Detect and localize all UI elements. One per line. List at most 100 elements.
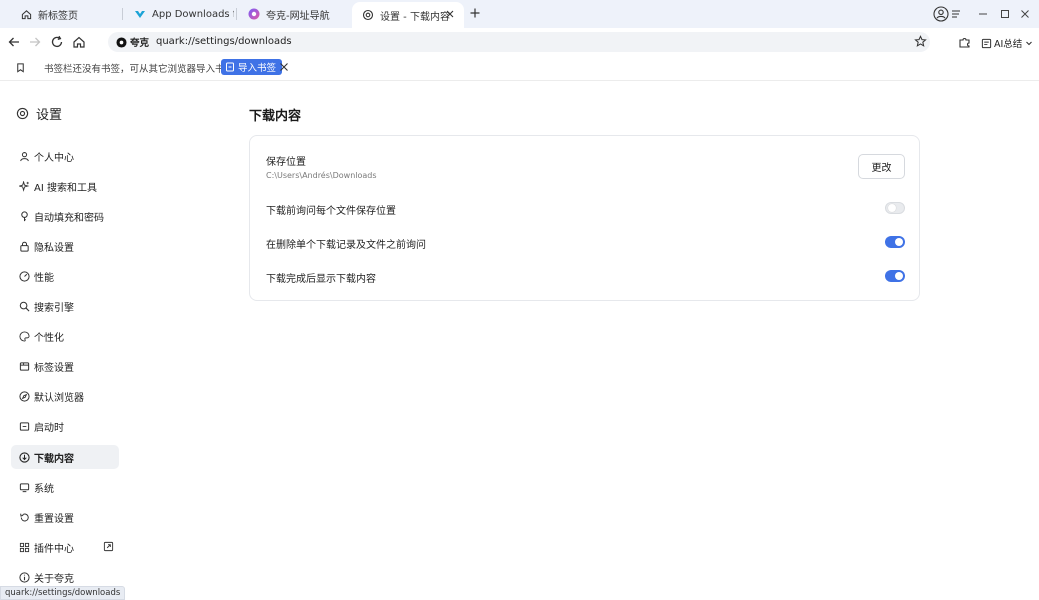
toggle-knob xyxy=(895,272,903,280)
site-chip[interactable]: 夸克 xyxy=(116,35,149,49)
sidebar-item-tabs[interactable]: 标签设置 xyxy=(11,354,119,378)
info-icon xyxy=(18,571,30,583)
import-bookmarks-button[interactable]: 导入书签 xyxy=(221,59,283,75)
compass-icon xyxy=(18,390,30,402)
save-location-label: 保存位置 xyxy=(266,157,306,168)
site-label: 夸克 xyxy=(130,38,150,49)
reload-button[interactable] xyxy=(49,34,65,50)
tab-title: 新标签页 xyxy=(38,10,78,22)
toggle-knob xyxy=(888,204,896,212)
tab-strip: 新标签页 App Downloads for Wi 夸克-网址导航 设置 - 下… xyxy=(0,0,1039,28)
ai-summary-button[interactable]: AI总结 xyxy=(981,36,1033,50)
arrow-left-icon xyxy=(8,37,19,47)
sidebar-item-label: 自动填充和密码 xyxy=(34,212,104,224)
show-downloads-toggle[interactable] xyxy=(885,270,905,282)
tab-app-downloads[interactable]: App Downloads for Wi xyxy=(124,2,234,26)
sidebar-item-label: 搜索引擎 xyxy=(34,302,74,314)
quark-logo-icon xyxy=(248,8,260,20)
sidebar-item-label: 系统 xyxy=(34,483,54,495)
sidebar-item-label: 关于夸克 xyxy=(34,573,74,585)
lock-icon xyxy=(18,240,30,252)
person-icon xyxy=(18,150,30,162)
sidebar-item-downloads[interactable]: 下载内容 xyxy=(11,445,119,469)
address-bar[interactable]: 夸克 quark://settings/downloads xyxy=(108,32,930,52)
window-close-icon[interactable] xyxy=(1020,9,1030,19)
sidebar-item-performance[interactable]: 性能 xyxy=(11,264,119,288)
settings-title: 设置 xyxy=(16,104,62,123)
sidebar-item-personalize[interactable]: 个性化 xyxy=(11,324,119,348)
back-button[interactable] xyxy=(6,34,22,50)
gear-icon xyxy=(362,9,374,21)
sidebar-item-label: 性能 xyxy=(34,272,54,284)
sidebar-item-system[interactable]: 系统 xyxy=(11,475,119,499)
reset-icon xyxy=(18,511,30,523)
monitor-icon xyxy=(18,481,30,493)
tab-title: App Downloads for Wi xyxy=(152,8,234,20)
sidebar-item-profile[interactable]: 个人中心 xyxy=(11,144,119,168)
sidebar-item-label: 启动时 xyxy=(34,422,64,434)
sidebar-item-label: 标签设置 xyxy=(34,362,74,374)
sidebar-item-reset[interactable]: 重置设置 xyxy=(11,505,119,529)
page-title: 下载内容 xyxy=(249,109,302,124)
startup-icon xyxy=(18,420,30,432)
setting-show-downloads-label: 下载完成后显示下载内容 xyxy=(266,274,376,285)
sidebar-item-search-engine[interactable]: 搜索引擎 xyxy=(11,294,119,318)
import-icon xyxy=(226,62,234,72)
sidebar-item-label: 默认浏览器 xyxy=(34,392,84,404)
sidebar-item-extensions[interactable]: 插件中心 xyxy=(11,535,119,559)
download-icon xyxy=(18,451,30,463)
downloads-settings-card: 保存位置 C:\Users\Andrés\Downloads 更改 下载前询问每… xyxy=(249,135,920,301)
change-location-button[interactable]: 更改 xyxy=(858,154,905,179)
sidebar-item-label: 个人中心 xyxy=(34,152,74,164)
sidebar-item-label: 个性化 xyxy=(34,332,64,344)
confirm-delete-toggle[interactable] xyxy=(885,236,905,248)
home-icon xyxy=(20,8,32,20)
sidebar-item-startup[interactable]: 启动时 xyxy=(11,414,119,438)
maximize-icon[interactable] xyxy=(1000,9,1010,19)
tab-title: 设置 - 下载内容 xyxy=(380,11,450,23)
sidebar-item-privacy[interactable]: 隐私设置 xyxy=(11,234,119,258)
gauge-icon xyxy=(18,270,30,282)
home-icon xyxy=(73,36,85,48)
key-icon xyxy=(18,210,30,222)
home-button[interactable] xyxy=(71,34,87,50)
bookmarks-empty-text: 书签栏还没有书签，可从其它浏览器导入书签 xyxy=(44,64,235,75)
tab-quark-nav[interactable]: 夸克-网址导航 xyxy=(238,2,350,26)
tab-separator xyxy=(122,8,123,20)
sidebar-item-label: 重置设置 xyxy=(34,513,74,525)
close-bookmark-hint-icon[interactable] xyxy=(279,62,289,72)
sidebar-item-autofill[interactable]: 自动填充和密码 xyxy=(11,204,119,228)
bookmark-folder-icon xyxy=(15,62,26,73)
sidebar-item-default-browser[interactable]: 默认浏览器 xyxy=(11,384,119,408)
extensions-grid-icon xyxy=(18,541,30,553)
bookmarks-bar: 书签栏还没有书签，可从其它浏览器导入书签 导入书签 xyxy=(0,56,1039,81)
minimize-icon[interactable] xyxy=(978,9,988,19)
tab-icon xyxy=(18,360,30,372)
chevron-down-icon xyxy=(1026,41,1033,46)
extensions-puzzle-icon[interactable] xyxy=(958,35,972,49)
tab-separator xyxy=(236,8,237,20)
ask-location-toggle[interactable] xyxy=(885,202,905,214)
setting-confirm-delete-label: 在删除单个下载记录及文件之前询问 xyxy=(266,240,426,251)
tab-title: 夸克-网址导航 xyxy=(266,10,330,22)
url-text[interactable]: quark://settings/downloads xyxy=(156,36,292,47)
document-icon xyxy=(981,38,992,48)
bookmark-star-icon[interactable] xyxy=(914,35,927,48)
search-icon xyxy=(18,300,30,312)
account-icon[interactable] xyxy=(933,6,949,22)
gear-icon xyxy=(16,107,29,120)
sidebar-item-label: AI 搜索和工具 xyxy=(34,182,97,194)
tab-new-tab[interactable]: 新标签页 xyxy=(10,2,122,26)
setting-ask-location-label: 下载前询问每个文件保存位置 xyxy=(266,206,396,217)
external-link-icon xyxy=(103,541,114,552)
forward-button[interactable] xyxy=(27,34,43,50)
save-location-path: C:\Users\Andrés\Downloads xyxy=(266,171,377,180)
sparkle-icon xyxy=(18,180,30,192)
close-tab-icon[interactable] xyxy=(444,8,456,20)
tab-settings-downloads[interactable]: 设置 - 下载内容 xyxy=(352,2,464,28)
new-tab-button[interactable] xyxy=(469,7,481,19)
palette-icon xyxy=(18,330,30,342)
menu-lines-icon[interactable] xyxy=(951,9,961,19)
sidebar-item-label: 插件中心 xyxy=(34,543,74,555)
sidebar-item-ai-search[interactable]: AI 搜索和工具 xyxy=(11,174,119,198)
